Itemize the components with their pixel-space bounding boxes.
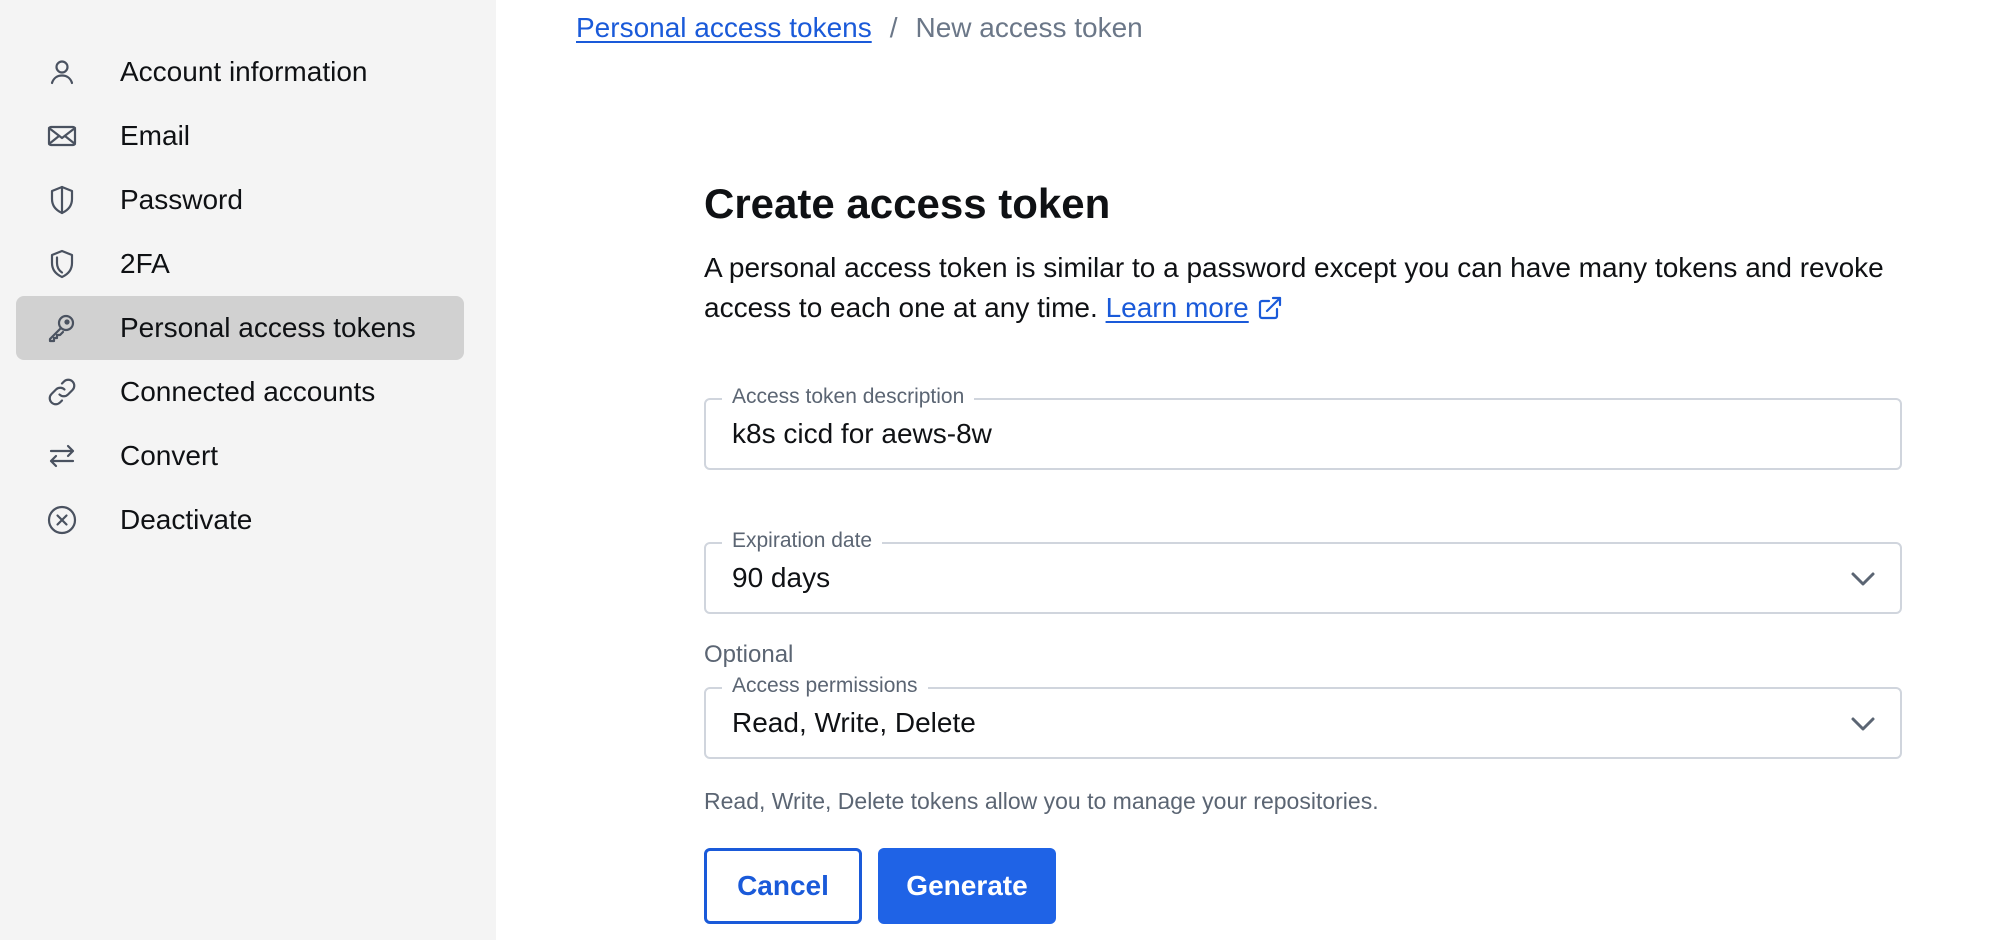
sidebar-item-convert[interactable]: Convert	[16, 424, 464, 488]
x-circle-icon	[46, 504, 78, 536]
sidebar-item-email[interactable]: Email	[16, 104, 464, 168]
description-text: A personal access token is similar to a …	[704, 252, 1884, 323]
access-token-description-input[interactable]	[732, 400, 1832, 468]
sidebar-item-connected-accounts[interactable]: Connected accounts	[16, 360, 464, 424]
learn-more-link[interactable]: Learn more	[1106, 292, 1249, 323]
breadcrumb-current: New access token	[915, 12, 1143, 43]
external-link-icon	[1258, 296, 1281, 320]
page-description: A personal access token is similar to a …	[704, 248, 1904, 328]
sidebar-item-label: 2FA	[120, 248, 170, 279]
chevron-down-icon	[1851, 717, 1875, 731]
user-icon	[46, 56, 78, 88]
key-icon	[46, 312, 78, 344]
shield-double-icon	[46, 248, 78, 280]
sidebar-item-personal-access-tokens[interactable]: Personal access tokens	[16, 296, 464, 360]
sidebar-item-label: Convert	[120, 440, 219, 471]
sidebar-item-label: Password	[120, 184, 243, 215]
sidebar-item-2fa[interactable]: 2FA	[16, 232, 464, 296]
sidebar-item-label: Connected accounts	[120, 376, 376, 407]
page-title: Create access token	[704, 180, 1111, 227]
access-token-description-field: Access token description	[704, 385, 1902, 470]
shield-half-icon	[46, 184, 78, 216]
mail-icon	[46, 120, 78, 152]
breadcrumb-separator: /	[889, 12, 898, 43]
arrows-swap-icon	[46, 440, 78, 472]
permissions-helper-text: Read, Write, Delete tokens allow you to …	[704, 788, 1379, 814]
chevron-down-icon	[1851, 572, 1875, 586]
cancel-button[interactable]: Cancel	[704, 848, 862, 924]
expiration-date-value: 90 days	[732, 562, 831, 593]
sidebar-item-label: Deactivate	[120, 504, 253, 535]
optional-label: Optional	[704, 641, 794, 668]
breadcrumb: Personal access tokens / New access token	[576, 10, 1143, 46]
sidebar-item-label: Personal access tokens	[120, 312, 416, 343]
breadcrumb-link-personal-access-tokens[interactable]: Personal access tokens	[576, 12, 872, 43]
settings-sidebar: Account information Email Password 2FA P…	[0, 0, 496, 940]
access-permissions-value: Read, Write, Delete	[732, 707, 976, 738]
sidebar-item-account-information[interactable]: Account information	[16, 40, 464, 104]
generate-button[interactable]: Generate	[878, 848, 1056, 924]
access-permissions-select[interactable]: Access permissions Read, Write, Delete	[704, 674, 1902, 759]
sidebar-item-password[interactable]: Password	[16, 168, 464, 232]
sidebar-item-label: Email	[120, 120, 191, 151]
sidebar-item-label: Account information	[120, 56, 368, 87]
expiration-date-select[interactable]: Expiration date 90 days	[704, 529, 1902, 614]
link-icon	[46, 376, 78, 408]
sidebar-item-deactivate[interactable]: Deactivate	[16, 488, 464, 552]
